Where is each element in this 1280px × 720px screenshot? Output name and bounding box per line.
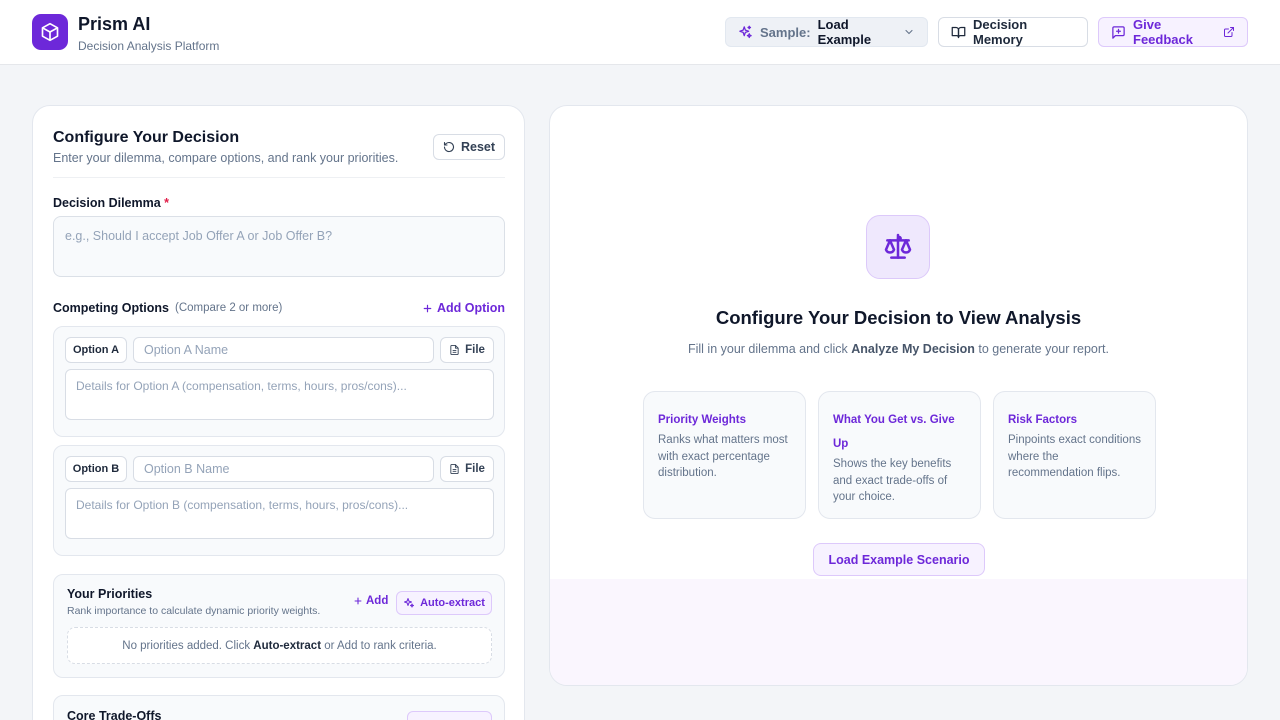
configure-panel: Configure Your Decision Enter your dilem… — [32, 105, 525, 720]
feature-title: Risk Factors — [1008, 414, 1078, 426]
feature-title: What You Get vs. Give Up — [833, 414, 955, 450]
divider — [53, 177, 505, 178]
reset-button[interactable]: Reset — [433, 134, 505, 160]
file-icon — [449, 344, 460, 356]
feature-card-priority-weights: Priority Weights Ranks what matters most… — [643, 391, 806, 519]
dilemma-label: Decision Dilemma * — [53, 196, 169, 210]
priorities-empty-state: No priorities added. Click Auto-extract … — [67, 627, 492, 664]
analysis-panel: Configure Your Decision to View Analysis… — [549, 105, 1248, 686]
tradeoffs-card: Core Trade-Offs — [53, 695, 505, 720]
configure-subtitle: Enter your dilemma, compare options, and… — [53, 151, 399, 165]
option-card-a: Option A Option A Name File Details for … — [53, 326, 505, 437]
file-label: File — [465, 463, 485, 475]
option-card-b: Option B Option B Name File Details for … — [53, 445, 505, 556]
message-plus-icon — [1111, 25, 1126, 40]
app-header: Prism AI Decision Analysis Platform Samp… — [0, 0, 1280, 65]
give-feedback-label: Give Feedback — [1133, 17, 1193, 47]
give-feedback-button[interactable]: Give Feedback — [1098, 17, 1248, 47]
required-marker: * — [164, 196, 170, 210]
analysis-sub-prefix: Fill in your dilemma and click — [687, 342, 852, 356]
analysis-subtitle: Fill in your dilemma and click Analyze M… — [550, 342, 1247, 356]
option-tag: Option A — [65, 337, 127, 363]
option-name-input[interactable]: Option A Name — [133, 337, 434, 363]
priorities-card: Your Priorities Rank importance to calcu… — [53, 574, 505, 678]
sample-dropdown[interactable]: Sample: Load Example — [725, 17, 928, 47]
option-details-input[interactable]: Details for Option B (compensation, term… — [65, 488, 494, 539]
sample-label: Sample: — [760, 24, 811, 40]
feature-title: Priority Weights — [658, 414, 746, 426]
add-priority-label: Add — [366, 595, 389, 607]
sample-value: Load Example — [817, 17, 872, 47]
analysis-sub-suffix: to generate your report. — [974, 342, 1109, 356]
external-link-icon — [1223, 26, 1235, 38]
configure-title: Configure Your Decision — [53, 129, 240, 146]
file-label: File — [465, 344, 485, 356]
app-subtitle: Decision Analysis Platform — [78, 39, 220, 53]
feature-description: Ranks what matters most with exact perce… — [658, 434, 788, 479]
feature-card-risk-factors: Risk Factors Pinpoints exact conditions … — [993, 391, 1156, 519]
sparkles-icon — [403, 597, 415, 609]
option-name-input[interactable]: Option B Name — [133, 456, 434, 482]
options-label: Competing Options — [53, 301, 169, 315]
add-option-label: Add Option — [437, 301, 506, 315]
priorities-title: Your Priorities — [67, 587, 153, 601]
empty-prefix: No priorities added. Click — [122, 639, 254, 652]
feature-description: Pinpoints exact conditions where the rec… — [1008, 434, 1141, 479]
auto-extract-label: Auto-extract — [420, 597, 485, 609]
feature-description: Shows the key benefits and exact trade-o… — [833, 458, 952, 503]
book-open-icon — [951, 25, 966, 40]
option-details-input[interactable]: Details for Option A (compensation, term… — [65, 369, 494, 420]
plus-icon — [353, 596, 363, 606]
tradeoffs-auto-extract-button[interactable] — [407, 711, 492, 720]
decision-memory-button[interactable]: Decision Memory — [938, 17, 1088, 47]
chevron-down-icon — [903, 26, 915, 38]
add-option-button[interactable]: Add Option — [422, 301, 505, 315]
plus-icon — [422, 303, 433, 314]
option-tag: Option B — [65, 456, 127, 482]
file-upload-button[interactable]: File — [440, 337, 494, 363]
sparkles-icon — [738, 25, 753, 40]
feature-card-trade-offs: What You Get vs. Give Up Shows the key b… — [818, 391, 981, 519]
dilemma-label-text: Decision Dilemma — [53, 196, 161, 210]
scale-icon — [866, 215, 930, 279]
cube-icon — [32, 14, 68, 50]
dilemma-input[interactable]: e.g., Should I accept Job Offer A or Job… — [53, 216, 505, 277]
app-name: Prism AI — [78, 14, 151, 34]
panel-footer-tint — [550, 579, 1247, 685]
add-priority-button[interactable]: Add — [353, 595, 388, 607]
analysis-title: Configure Your Decision to View Analysis — [715, 307, 1082, 328]
empty-bold: Auto-extract — [253, 639, 322, 652]
reset-label: Reset — [460, 140, 496, 154]
reset-icon — [443, 141, 455, 153]
empty-suffix: or Add to rank criteria. — [321, 639, 437, 652]
file-icon — [449, 463, 460, 475]
load-example-button[interactable]: Load Example Scenario — [813, 543, 985, 576]
tradeoffs-title: Core Trade-Offs — [67, 709, 162, 720]
decision-memory-label: Decision Memory — [973, 17, 1028, 47]
auto-extract-button[interactable]: Auto-extract — [396, 591, 492, 615]
options-hint: (Compare 2 or more) — [175, 302, 283, 314]
file-upload-button[interactable]: File — [440, 456, 494, 482]
analysis-sub-bold: Analyze My Decision — [851, 342, 975, 356]
priorities-subtitle: Rank importance to calculate dynamic pri… — [67, 605, 321, 617]
